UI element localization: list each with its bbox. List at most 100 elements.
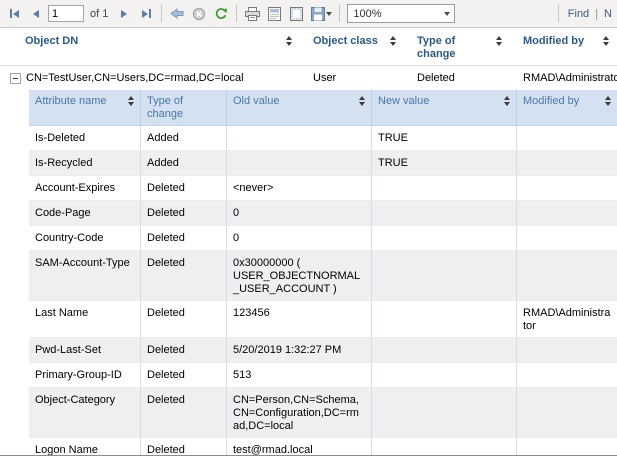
modified-by-cell bbox=[516, 226, 617, 250]
attribute-cell: Pwd-Last-Set bbox=[29, 338, 140, 362]
back-button[interactable] bbox=[167, 4, 187, 24]
subheader-label: Modified by bbox=[523, 95, 579, 108]
new-value-cell bbox=[371, 363, 516, 387]
table-row: Account-Expires Deleted <never> bbox=[29, 176, 617, 201]
table-row: Logon Name Deleted test@rmad.local bbox=[29, 438, 617, 456]
subheader-new-value[interactable]: New value bbox=[371, 90, 516, 125]
subheader-label: Old value bbox=[233, 95, 279, 108]
stop-button[interactable] bbox=[189, 4, 209, 24]
old-value-cell: 0 bbox=[226, 226, 371, 250]
zoom-combobox[interactable]: 100% bbox=[347, 4, 455, 23]
toolbar-separator bbox=[161, 5, 162, 22]
type-cell: Added bbox=[140, 151, 226, 175]
subheader-label: Type of change bbox=[147, 95, 220, 121]
object-dn-value: CN=TestUser,CN=Users,DC=rmad,DC=local bbox=[26, 72, 244, 85]
modified-by-cell bbox=[516, 251, 617, 300]
subheader-modified-by[interactable]: Modified by bbox=[516, 90, 617, 125]
attribute-cell: Last Name bbox=[29, 301, 140, 337]
subheader-type-of-change: Type of change bbox=[140, 90, 226, 125]
first-page-button[interactable] bbox=[4, 4, 24, 24]
last-page-icon bbox=[149, 9, 151, 18]
attribute-table-header: Attribute name Type of change Old value … bbox=[29, 90, 617, 126]
header-object-dn[interactable]: Object DN bbox=[8, 35, 300, 61]
attribute-cell: SAM-Account-Type bbox=[29, 251, 140, 300]
header-modified-by[interactable]: Modified by bbox=[510, 35, 617, 61]
modified-by-cell: RMAD\Administrator bbox=[516, 301, 617, 337]
page-setup-button[interactable] bbox=[286, 4, 306, 24]
new-value-cell bbox=[371, 438, 516, 456]
new-value-cell bbox=[371, 251, 516, 300]
report-body: Object DN Object class Type of change Mo… bbox=[0, 28, 617, 456]
old-value-cell: CN=Person,CN=Schema,CN=Configuration,DC=… bbox=[226, 388, 371, 437]
type-cell: Deleted bbox=[140, 438, 226, 456]
modified-by-cell bbox=[516, 438, 617, 456]
find-button[interactable]: Find bbox=[568, 8, 589, 20]
main-table-header: Object DN Object class Type of change Mo… bbox=[0, 28, 617, 66]
next-page-icon bbox=[121, 10, 127, 18]
print-button[interactable] bbox=[242, 4, 262, 24]
modified-by-cell bbox=[516, 176, 617, 200]
type-cell: Deleted bbox=[140, 201, 226, 225]
page-number-input[interactable] bbox=[48, 5, 84, 22]
collapse-row-button[interactable] bbox=[10, 73, 21, 84]
old-value-cell: 0 bbox=[226, 201, 371, 225]
old-value-cell: 5/20/2019 1:32:27 PM bbox=[226, 338, 371, 362]
last-page-button[interactable] bbox=[136, 4, 156, 24]
modified-by-cell bbox=[516, 363, 617, 387]
first-page-icon bbox=[10, 9, 12, 18]
attribute-cell: Account-Expires bbox=[29, 176, 140, 200]
attribute-cell: Is-Recycled bbox=[29, 151, 140, 175]
table-row: Code-Page Deleted 0 bbox=[29, 201, 617, 226]
subheader-label: New value bbox=[378, 95, 429, 108]
old-value-cell: 513 bbox=[226, 363, 371, 387]
attribute-cell: Country-Code bbox=[29, 226, 140, 250]
print-layout-button[interactable] bbox=[264, 4, 284, 24]
previous-page-icon bbox=[33, 10, 39, 18]
header-object-class[interactable]: Object class bbox=[300, 35, 404, 61]
old-value-cell bbox=[226, 126, 371, 150]
previous-page-button[interactable] bbox=[26, 4, 46, 24]
table-row: Object-Category Deleted CN=Person,CN=Sch… bbox=[29, 388, 617, 438]
find-next-separator: | bbox=[595, 8, 598, 20]
type-cell: Deleted bbox=[140, 226, 226, 250]
next-page-button[interactable] bbox=[114, 4, 134, 24]
refresh-icon bbox=[214, 7, 228, 21]
type-cell: Deleted bbox=[140, 363, 226, 387]
minus-icon bbox=[13, 78, 18, 79]
toolbar-separator bbox=[339, 5, 340, 22]
old-value-cell: test@rmad.local bbox=[226, 438, 371, 456]
zoom-dropdown-button[interactable] bbox=[440, 5, 454, 22]
modified-by-cell bbox=[516, 201, 617, 225]
new-value-cell bbox=[371, 301, 516, 337]
header-type-of-change[interactable]: Type of change bbox=[404, 35, 510, 61]
modified-by-cell bbox=[516, 388, 617, 437]
find-next-button[interactable]: N bbox=[604, 8, 612, 20]
old-value-cell bbox=[226, 151, 371, 175]
type-cell: Deleted bbox=[140, 388, 226, 437]
attribute-cell: Object-Category bbox=[29, 388, 140, 437]
sort-icon bbox=[603, 36, 609, 46]
type-cell: Deleted bbox=[140, 338, 226, 362]
back-arrow-icon bbox=[170, 7, 184, 20]
table-row: Pwd-Last-Set Deleted 5/20/2019 1:32:27 P… bbox=[29, 338, 617, 363]
new-value-cell: TRUE bbox=[371, 126, 516, 150]
report-toolbar: of 1 bbox=[0, 0, 617, 28]
subheader-old-value[interactable]: Old value bbox=[226, 90, 371, 125]
sort-icon bbox=[390, 36, 396, 46]
modified-by-cell bbox=[516, 126, 617, 150]
stop-icon bbox=[192, 7, 206, 21]
header-label: Object DN bbox=[25, 35, 78, 48]
export-save-icon bbox=[311, 7, 325, 21]
new-value-cell bbox=[371, 201, 516, 225]
sort-icon bbox=[286, 36, 292, 46]
export-button[interactable] bbox=[308, 4, 334, 24]
sort-icon bbox=[359, 96, 365, 106]
attribute-table: Attribute name Type of change Old value … bbox=[29, 90, 617, 456]
new-value-cell: TRUE bbox=[371, 151, 516, 175]
old-value-cell: <never> bbox=[226, 176, 371, 200]
refresh-button[interactable] bbox=[211, 4, 231, 24]
modified-by-cell bbox=[516, 338, 617, 362]
subheader-attribute-name[interactable]: Attribute name bbox=[29, 90, 140, 125]
object-row: CN=TestUser,CN=Users,DC=rmad,DC=local Us… bbox=[0, 66, 617, 90]
object-class-cell: User bbox=[300, 72, 404, 85]
